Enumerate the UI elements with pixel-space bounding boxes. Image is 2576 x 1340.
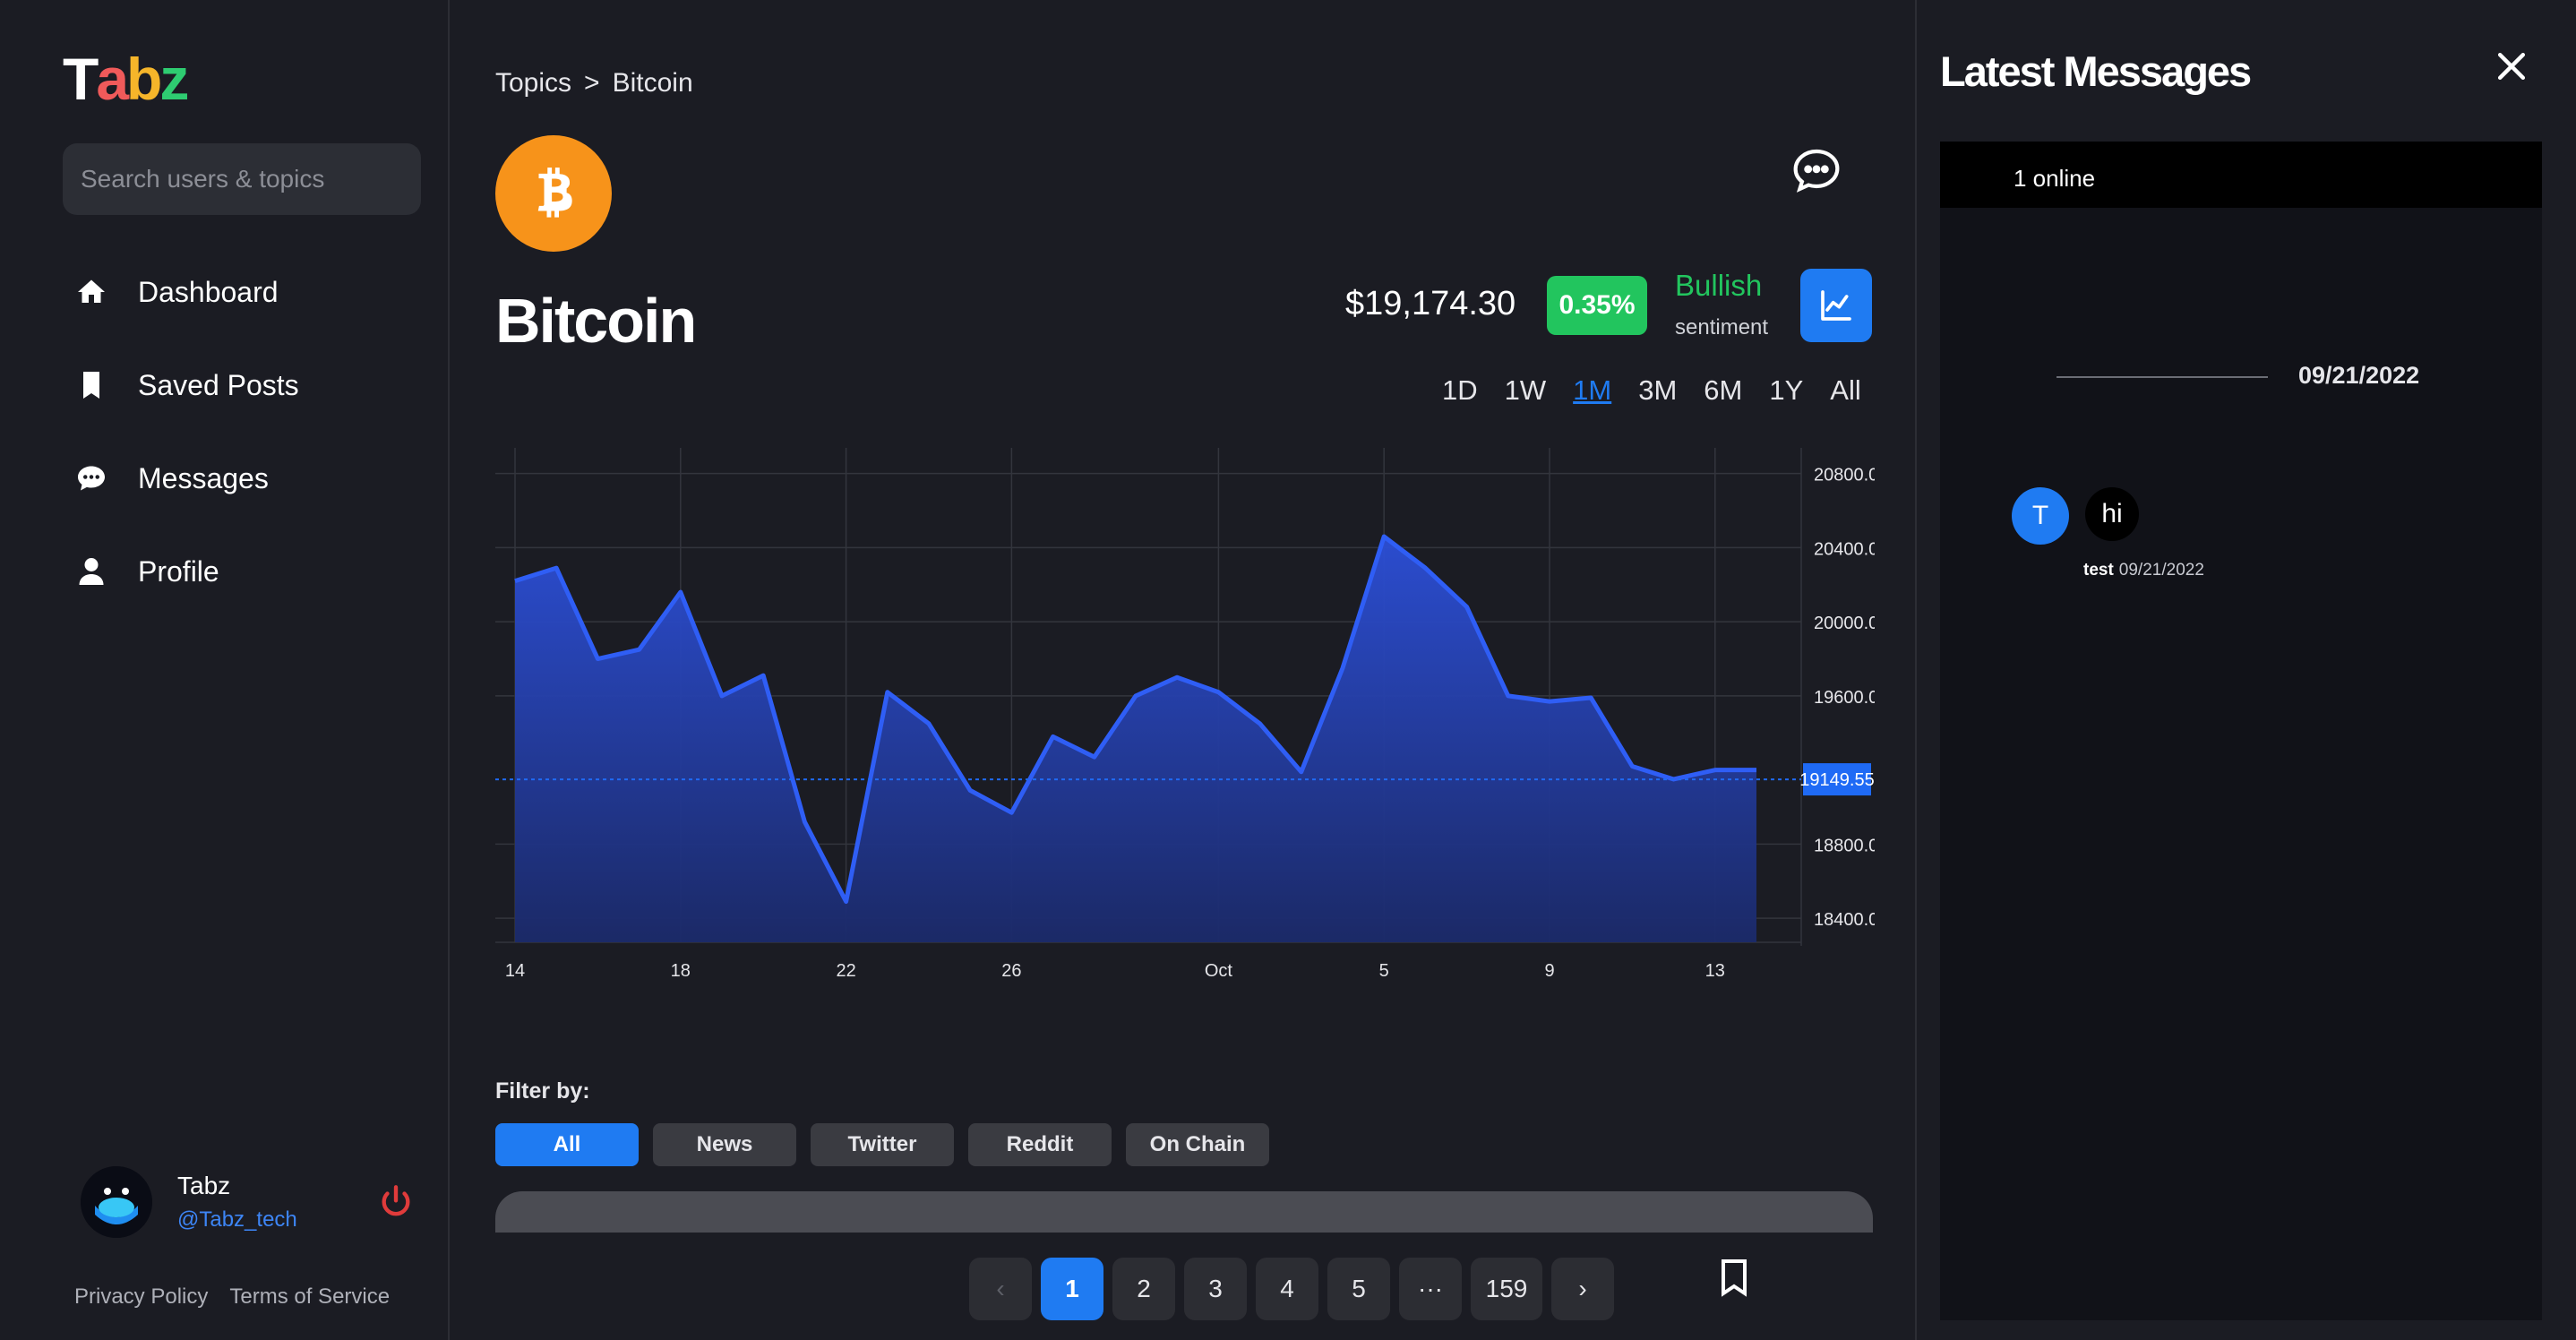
chart-toggle-button[interactable] bbox=[1800, 269, 1872, 342]
coin-price: $19,174.30 bbox=[1345, 285, 1516, 322]
line-chart-icon bbox=[1821, 290, 1851, 321]
sidebar-item-profile[interactable]: Profile bbox=[75, 545, 299, 598]
range-1m[interactable]: 1M bbox=[1573, 374, 1611, 407]
user-name: Tabz bbox=[177, 1172, 231, 1199]
filter-tabs: All News Twitter Reddit On Chain bbox=[495, 1123, 1284, 1166]
logo[interactable]: Tabz bbox=[63, 45, 189, 113]
page-button[interactable]: 5 bbox=[1327, 1258, 1390, 1320]
range-1d[interactable]: 1D bbox=[1442, 374, 1478, 407]
sentiment: Bullish sentiment bbox=[1675, 269, 1768, 340]
close-icon[interactable] bbox=[2492, 47, 2531, 86]
messages-title: Latest Messages bbox=[1940, 47, 2252, 95]
filter-label: Filter by: bbox=[495, 1078, 590, 1104]
filter-twitter[interactable]: Twitter bbox=[811, 1123, 954, 1166]
y-tick-label: 20400.00 bbox=[1814, 539, 1875, 559]
chat-icon bbox=[78, 466, 105, 491]
pagination: ‹ 1 2 3 4 5 ··· 159 › bbox=[969, 1258, 1623, 1320]
chat-bubble-icon[interactable] bbox=[1791, 145, 1842, 195]
range-3m[interactable]: 3M bbox=[1638, 374, 1677, 407]
logo-letter: T bbox=[63, 46, 99, 112]
sentiment-label: sentiment bbox=[1675, 315, 1769, 339]
message-author: test bbox=[2083, 561, 2114, 580]
bookmark-icon[interactable] bbox=[1713, 1256, 1756, 1299]
range-1w[interactable]: 1W bbox=[1505, 374, 1547, 407]
breadcrumb: Topics > Bitcoin bbox=[495, 68, 693, 99]
date-divider-label: 09/21/2022 bbox=[2298, 362, 2420, 389]
range-all[interactable]: All bbox=[1830, 374, 1860, 407]
y-tick-label: 19600.00 bbox=[1814, 688, 1875, 708]
filter-news[interactable]: News bbox=[653, 1123, 796, 1166]
x-tick-label: 14 bbox=[505, 961, 525, 981]
filter-reddit[interactable]: Reddit bbox=[968, 1123, 1112, 1166]
page-button[interactable]: 4 bbox=[1256, 1258, 1318, 1320]
page-title: Bitcoin bbox=[495, 286, 697, 356]
bitcoin-logo-icon bbox=[495, 135, 612, 252]
sidebar-item-label: Profile bbox=[138, 554, 219, 588]
current-value-label: 19149.55 bbox=[1799, 770, 1874, 790]
message-time: 09/21/2022 bbox=[2118, 561, 2204, 580]
prev-page-button[interactable]: ‹ bbox=[969, 1258, 1032, 1320]
y-tick-label: 20000.00 bbox=[1814, 614, 1875, 633]
footer-links: Privacy Policy Terms of Service bbox=[74, 1284, 411, 1310]
messages-panel: Latest Messages 1 online 09/21/2022 T hi… bbox=[1915, 0, 2576, 1340]
breadcrumb-current: Bitcoin bbox=[612, 68, 693, 98]
x-tick-label: Oct bbox=[1205, 961, 1233, 981]
user-handle[interactable]: @Tabz_tech bbox=[177, 1207, 297, 1233]
page-ellipsis[interactable]: ··· bbox=[1399, 1258, 1462, 1320]
y-tick-label: 18400.00 bbox=[1814, 910, 1875, 930]
search-input[interactable] bbox=[63, 143, 421, 215]
sidebar-item-label: Saved Posts bbox=[138, 368, 299, 401]
bookmark-icon bbox=[83, 372, 99, 399]
sidebar-item-dashboard[interactable]: Dashboard bbox=[75, 265, 299, 319]
sidebar-item-label: Dashboard bbox=[138, 275, 279, 308]
x-tick-label: 22 bbox=[836, 961, 855, 981]
message-avatar[interactable]: T bbox=[2012, 487, 2069, 545]
x-tick-label: 26 bbox=[1001, 961, 1021, 981]
x-tick-label: 18 bbox=[671, 961, 691, 981]
sidebar: Tabz Dashboard Saved Posts Messages Prof… bbox=[0, 0, 450, 1340]
series-area bbox=[515, 537, 1756, 942]
range-6m[interactable]: 6M bbox=[1704, 374, 1742, 407]
date-divider bbox=[2057, 376, 2268, 378]
filter-on-chain[interactable]: On Chain bbox=[1126, 1123, 1269, 1166]
terms-of-service-link[interactable]: Terms of Service bbox=[229, 1284, 390, 1309]
breadcrumb-topics[interactable]: Topics bbox=[495, 68, 571, 98]
logo-letter: a bbox=[96, 46, 129, 112]
next-page-button[interactable]: › bbox=[1551, 1258, 1614, 1320]
price-change-badge: 0.35% bbox=[1547, 276, 1647, 335]
price-chart[interactable]: 20800.00 20400.00 20000.00 19600.00 18800.00… bbox=[495, 448, 1875, 1003]
page-button[interactable]: 3 bbox=[1184, 1258, 1247, 1320]
user-icon bbox=[79, 558, 104, 585]
page-button[interactable]: 159 bbox=[1471, 1258, 1542, 1320]
avatar[interactable] bbox=[81, 1166, 152, 1238]
user-card: Tabz @Tabz_tech bbox=[81, 1164, 421, 1238]
range-1y[interactable]: 1Y bbox=[1769, 374, 1803, 407]
message-bubble: hi bbox=[2085, 487, 2139, 541]
x-tick-label: 5 bbox=[1379, 961, 1389, 981]
page-button[interactable]: 1 bbox=[1041, 1258, 1103, 1320]
y-tick-label: 18800.00 bbox=[1814, 836, 1875, 855]
home-icon bbox=[78, 279, 105, 303]
y-tick-label: 20800.00 bbox=[1814, 466, 1875, 485]
sentiment-value: Bullish bbox=[1675, 269, 1763, 302]
logo-letter: z bbox=[159, 46, 189, 112]
message-meta: test 09/21/2022 bbox=[2083, 561, 2204, 580]
time-range-selector: 1D 1W 1M 3M 6M 1Y All bbox=[1442, 374, 1888, 407]
sidebar-nav: Dashboard Saved Posts Messages Profile bbox=[75, 265, 299, 638]
logo-letter: b bbox=[126, 46, 162, 112]
x-tick-label: 9 bbox=[1544, 961, 1554, 981]
privacy-policy-link[interactable]: Privacy Policy bbox=[74, 1284, 208, 1309]
post-card[interactable] bbox=[495, 1191, 1873, 1233]
message-list: 1 online 09/21/2022 T hi test 09/21/2022 bbox=[1940, 142, 2542, 1320]
main-content: Topics > Bitcoin Bitcoin $19,174.30 0.35% … bbox=[451, 0, 1915, 1340]
online-count: 1 online bbox=[1940, 142, 2542, 208]
x-tick-label: 13 bbox=[1705, 961, 1725, 981]
sidebar-item-saved-posts[interactable]: Saved Posts bbox=[75, 358, 299, 412]
sidebar-item-messages[interactable]: Messages bbox=[75, 451, 299, 505]
filter-all[interactable]: All bbox=[495, 1123, 639, 1166]
sidebar-item-label: Messages bbox=[138, 461, 269, 494]
breadcrumb-separator: > bbox=[584, 68, 600, 98]
page-button[interactable]: 2 bbox=[1112, 1258, 1175, 1320]
power-icon[interactable] bbox=[378, 1184, 414, 1220]
